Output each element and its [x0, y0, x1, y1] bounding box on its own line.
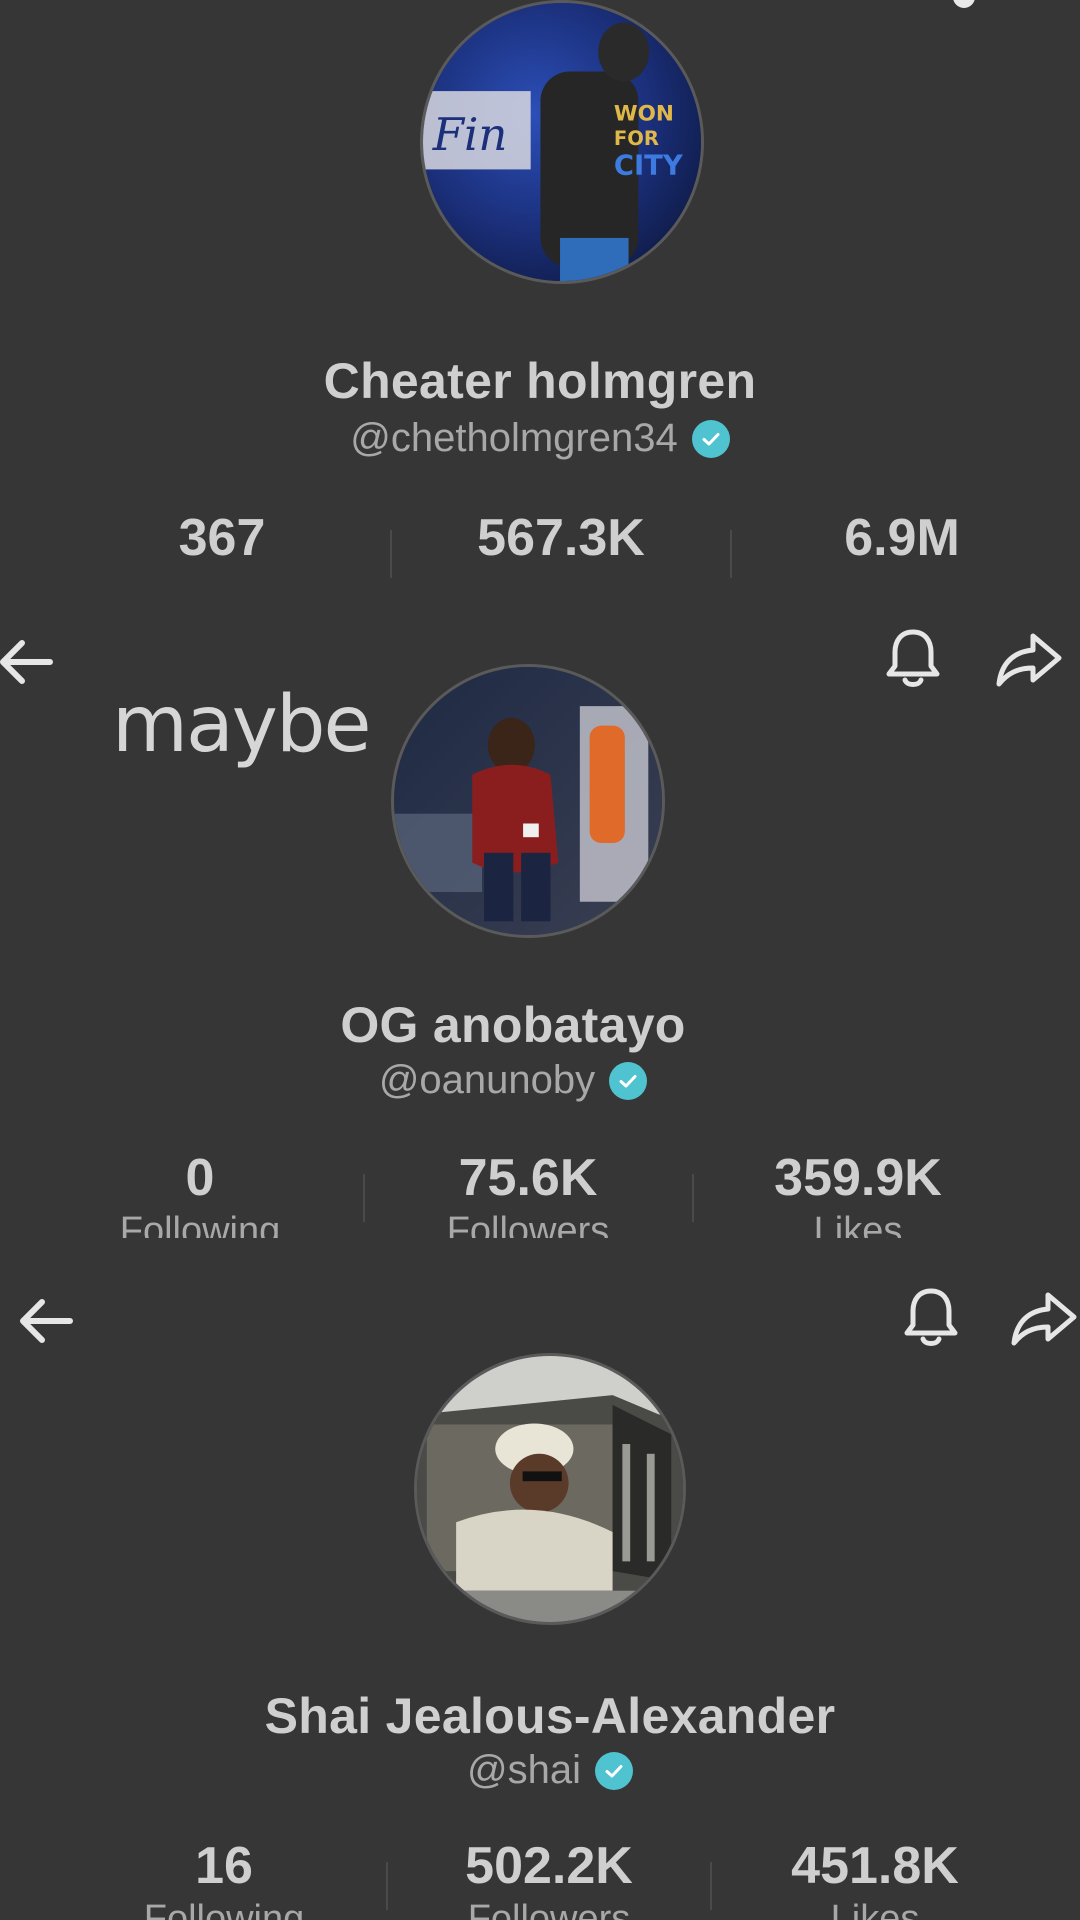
stat-value: 75.6K — [458, 1149, 598, 1207]
stat-value: 6.9M — [844, 509, 960, 567]
verified-check-icon — [609, 1061, 648, 1100]
overlay-caption: maybe — [112, 680, 371, 770]
bell-icon — [904, 1288, 958, 1346]
handle-row: @shai — [10, 1748, 1080, 1793]
share-button[interactable] — [1008, 1281, 1080, 1353]
verified-check-icon — [594, 1751, 633, 1790]
stat-divider — [692, 1174, 694, 1222]
profile-name: Shai Jealous-Alexander — [264, 1688, 836, 1744]
stat-label: Followers — [467, 1898, 631, 1920]
notification-bell-button[interactable] — [895, 1281, 967, 1353]
profile-collage: Fin WON FOR CITY Cheater holmgren @cheth… — [0, 0, 1080, 1920]
stat-divider — [710, 1862, 712, 1910]
stat-value: 359.9K — [774, 1149, 942, 1207]
profile-header-3: Shai Jealous-Alexander @shai 16 Followin… — [0, 1244, 1080, 1920]
stat-label: Likes — [813, 1210, 903, 1238]
stat-value: 567.3K — [477, 509, 645, 567]
share-arrow-icon — [1011, 1292, 1077, 1346]
stat-divider — [390, 530, 392, 578]
stat-value: 16 — [195, 1837, 253, 1895]
back-button[interactable] — [10, 1285, 82, 1357]
stat-label: Following — [119, 1210, 281, 1238]
notification-bell-button[interactable] — [877, 626, 949, 694]
stat-value: 451.8K — [791, 1837, 959, 1895]
share-button[interactable] — [993, 626, 1065, 694]
stat-value: 367 — [178, 509, 266, 567]
profile-handle: @shai — [467, 1748, 581, 1792]
stat-following[interactable]: 367 — [92, 508, 352, 568]
stat-followers[interactable]: 75.6K Followers — [398, 1148, 658, 1238]
svg-text:CITY: CITY — [614, 150, 684, 181]
back-button[interactable] — [0, 626, 62, 698]
stat-likes[interactable]: 451.8K Likes — [745, 1836, 1005, 1920]
profile-header-1: Fin WON FOR CITY Cheater holmgren @cheth… — [0, 0, 1080, 626]
stat-followers[interactable]: 502.2K Followers — [419, 1836, 679, 1920]
handle-row: @oanunoby — [0, 1058, 1053, 1103]
stat-following[interactable]: 0 Following — [70, 1148, 330, 1238]
stat-likes[interactable]: 359.9K Likes — [728, 1148, 988, 1238]
stat-value: 0 — [185, 1149, 215, 1207]
arrow-left-icon — [0, 640, 53, 684]
avatar-photo — [417, 1356, 683, 1622]
svg-text:Fin: Fin — [432, 108, 508, 161]
handle-row: @chetholmgren34 — [0, 416, 1080, 461]
bell-icon — [886, 629, 940, 687]
stat-likes[interactable]: 6.9M — [772, 508, 1032, 568]
profile-handle: @oanunoby — [378, 1058, 596, 1102]
profile-name: Cheater holmgren — [323, 353, 757, 409]
avatar[interactable] — [391, 664, 665, 938]
stat-followers[interactable]: 567.3K — [431, 508, 691, 568]
arrow-left-icon — [20, 1299, 73, 1343]
stat-divider — [386, 1862, 388, 1910]
stat-value: 502.2K — [465, 1837, 633, 1895]
stat-divider — [363, 1174, 365, 1222]
stat-label: Likes — [830, 1898, 920, 1920]
avatar-photo: Fin WON FOR CITY — [423, 3, 701, 281]
share-arrow-icon — [996, 633, 1062, 687]
verified-check-icon — [691, 419, 730, 458]
avatar[interactable]: Fin WON FOR CITY — [420, 0, 704, 284]
profile-name: OG anobatayo — [340, 997, 686, 1053]
stat-divider — [730, 530, 732, 578]
profile-header-2: maybe OG anobatayo @oanunoby 0 Following… — [0, 626, 1080, 1244]
stat-following[interactable]: 16 Following — [94, 1836, 354, 1920]
profile-handle: @chetholmgren34 — [350, 416, 678, 460]
stat-label: Following — [143, 1898, 305, 1920]
stat-label: Followers — [446, 1210, 610, 1238]
svg-text:WON: WON — [614, 101, 674, 126]
avatar-photo — [394, 667, 662, 935]
svg-text:FOR: FOR — [614, 127, 659, 150]
avatar[interactable] — [414, 1353, 686, 1625]
